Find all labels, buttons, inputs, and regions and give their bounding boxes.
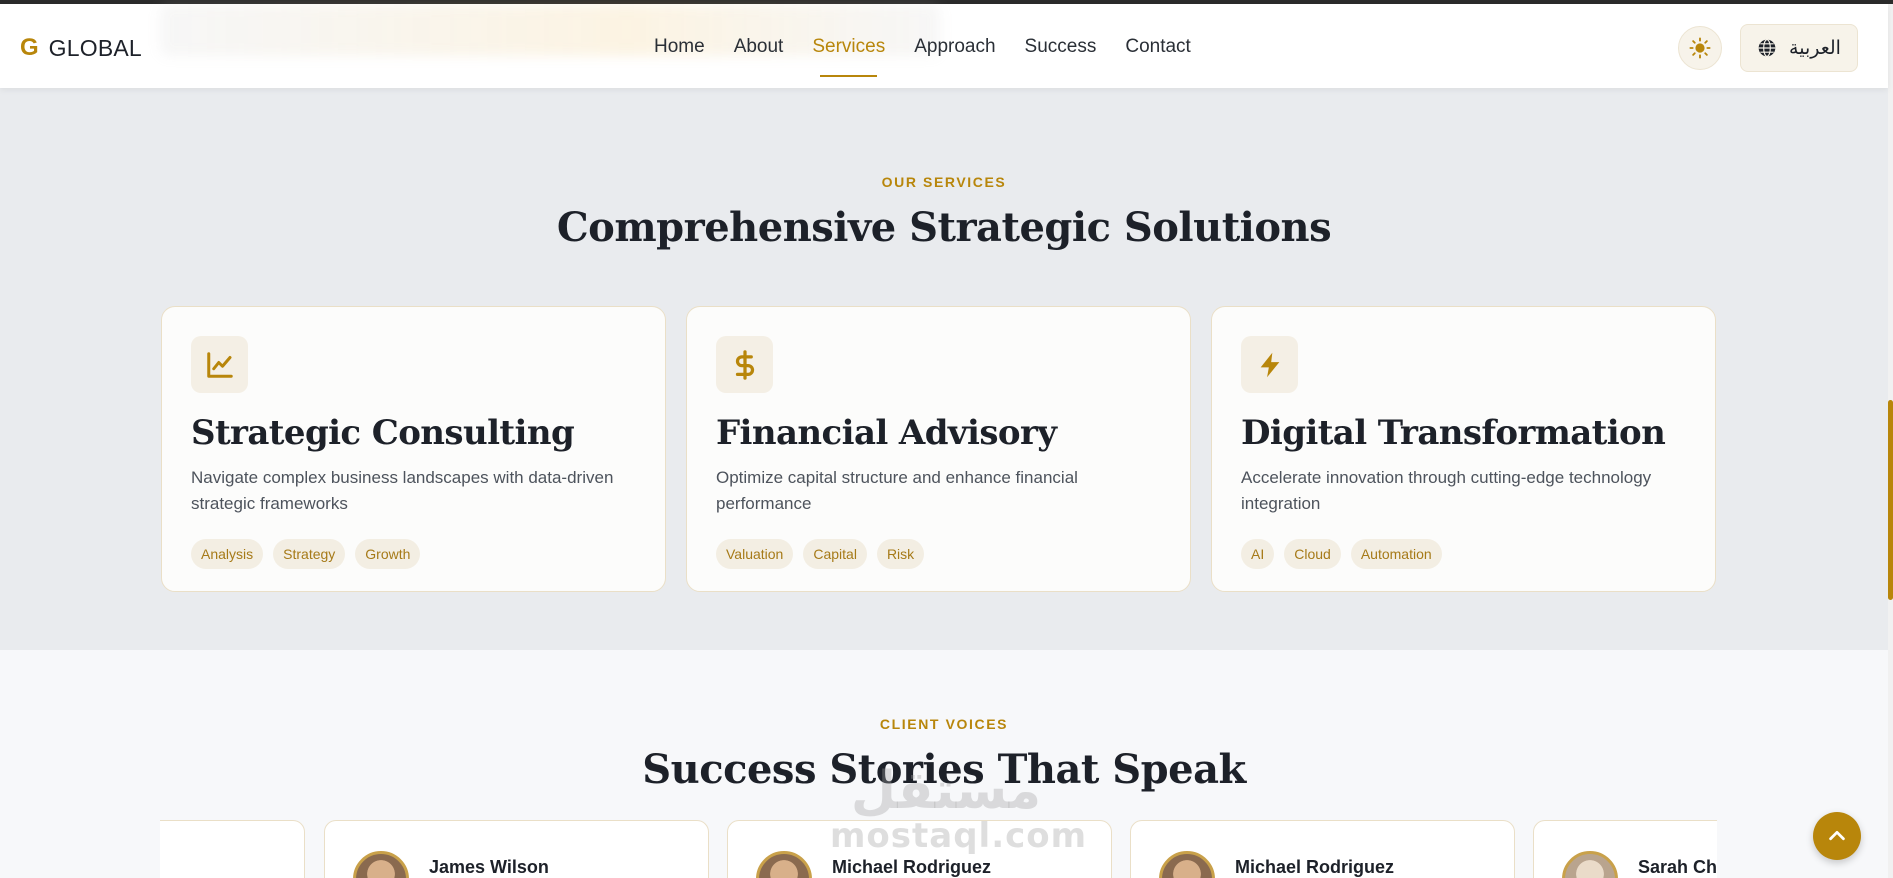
language-switch-button[interactable]: العربية [1740, 24, 1858, 72]
service-card-description: Navigate complex business landscapes wit… [191, 468, 614, 513]
testimonial-card[interactable]: Sarah Ch [1533, 820, 1717, 878]
nav-about[interactable]: About [734, 36, 784, 58]
service-card-title: Digital Transformation [1241, 413, 1666, 453]
testimonial-name: Michael Rodriguez [832, 857, 992, 877]
testimonials-carousel[interactable]: James Wilson Michael Rodriguez Michael R… [160, 820, 1717, 878]
sun-icon [1689, 37, 1711, 59]
main-nav: Home About Services Approach Success Con… [654, 36, 1220, 77]
service-card-title: Strategic Consulting [191, 413, 575, 453]
service-card-strategic-consulting[interactable]: Strategic Consulting Navigate complex bu… [161, 306, 666, 592]
scroll-to-top-button[interactable] [1813, 812, 1861, 860]
service-tags: Analysis Strategy Growth [191, 539, 430, 569]
services-eyebrow: OUR SERVICES [881, 174, 1007, 190]
service-tag: Strategy [273, 539, 346, 569]
service-card-description: Optimize capital structure and enhance f… [716, 468, 1078, 513]
testimonial-name: Michael Rodriguez [1235, 857, 1395, 877]
nav-success[interactable]: Success [1025, 36, 1097, 58]
testimonials-eyebrow: CLIENT VOICES [879, 716, 1009, 732]
service-card-description: Accelerate innovation through cutting-ed… [1241, 468, 1652, 513]
testimonials-title: Success Stories That Speak [642, 746, 1246, 793]
service-tag: Cloud [1284, 539, 1341, 569]
avatar [1562, 851, 1618, 878]
service-tag: Capital [803, 539, 867, 569]
nav-services[interactable]: Services [812, 36, 885, 77]
services-section: OUR SERVICES Comprehensive Strategic Sol… [0, 108, 1888, 650]
testimonial-name: James Wilson [429, 857, 549, 877]
brand-mark: G [20, 34, 39, 61]
avatar [353, 851, 409, 878]
nav-home[interactable]: Home [654, 36, 705, 58]
language-label: العربية [1789, 37, 1841, 59]
testimonial-name: Sarah Ch [1638, 857, 1717, 877]
testimonial-card[interactable]: James Wilson [324, 820, 709, 878]
theme-toggle-button[interactable] [1678, 26, 1722, 70]
dollar-icon [716, 336, 773, 393]
service-tag: Risk [876, 539, 925, 569]
service-tag: Growth [355, 539, 421, 569]
service-tags: AI Cloud Automation [1241, 539, 1452, 569]
testimonial-card[interactable]: Michael Rodriguez [727, 820, 1112, 878]
service-card-financial-advisory[interactable]: Financial Advisory Optimize capital stru… [686, 306, 1191, 592]
service-tag: AI [1241, 539, 1275, 569]
bolt-icon [1241, 336, 1298, 393]
avatar [756, 851, 812, 878]
service-card-title: Financial Advisory [716, 413, 1057, 453]
brand-logo[interactable]: G GLOBAL [20, 34, 142, 62]
nav-approach[interactable]: Approach [914, 36, 995, 58]
service-tags: Valuation Capital Risk [716, 539, 934, 569]
brand-name: GLOBAL [48, 34, 142, 61]
nav-contact[interactable]: Contact [1125, 36, 1190, 58]
services-title: Comprehensive Strategic Solutions [556, 204, 1332, 251]
chart-line-icon [191, 336, 248, 393]
scrollbar-thumb[interactable] [1888, 400, 1893, 600]
service-tag: Analysis [191, 539, 264, 569]
globe-icon [1757, 38, 1777, 58]
service-card-digital-transformation[interactable]: Digital Transformation Accelerate innova… [1211, 306, 1716, 592]
avatar [1159, 851, 1215, 878]
service-tag: Automation [1350, 539, 1442, 569]
chevron-up-icon [1829, 830, 1845, 841]
service-tag: Valuation [716, 539, 794, 569]
site-header: G GLOBAL Home About Services Approach Su… [0, 4, 1888, 88]
testimonial-card[interactable] [160, 820, 305, 878]
testimonial-card[interactable]: Michael Rodriguez [1130, 820, 1515, 878]
testimonials-section: CLIENT VOICES Success Stories That Speak… [0, 650, 1888, 878]
